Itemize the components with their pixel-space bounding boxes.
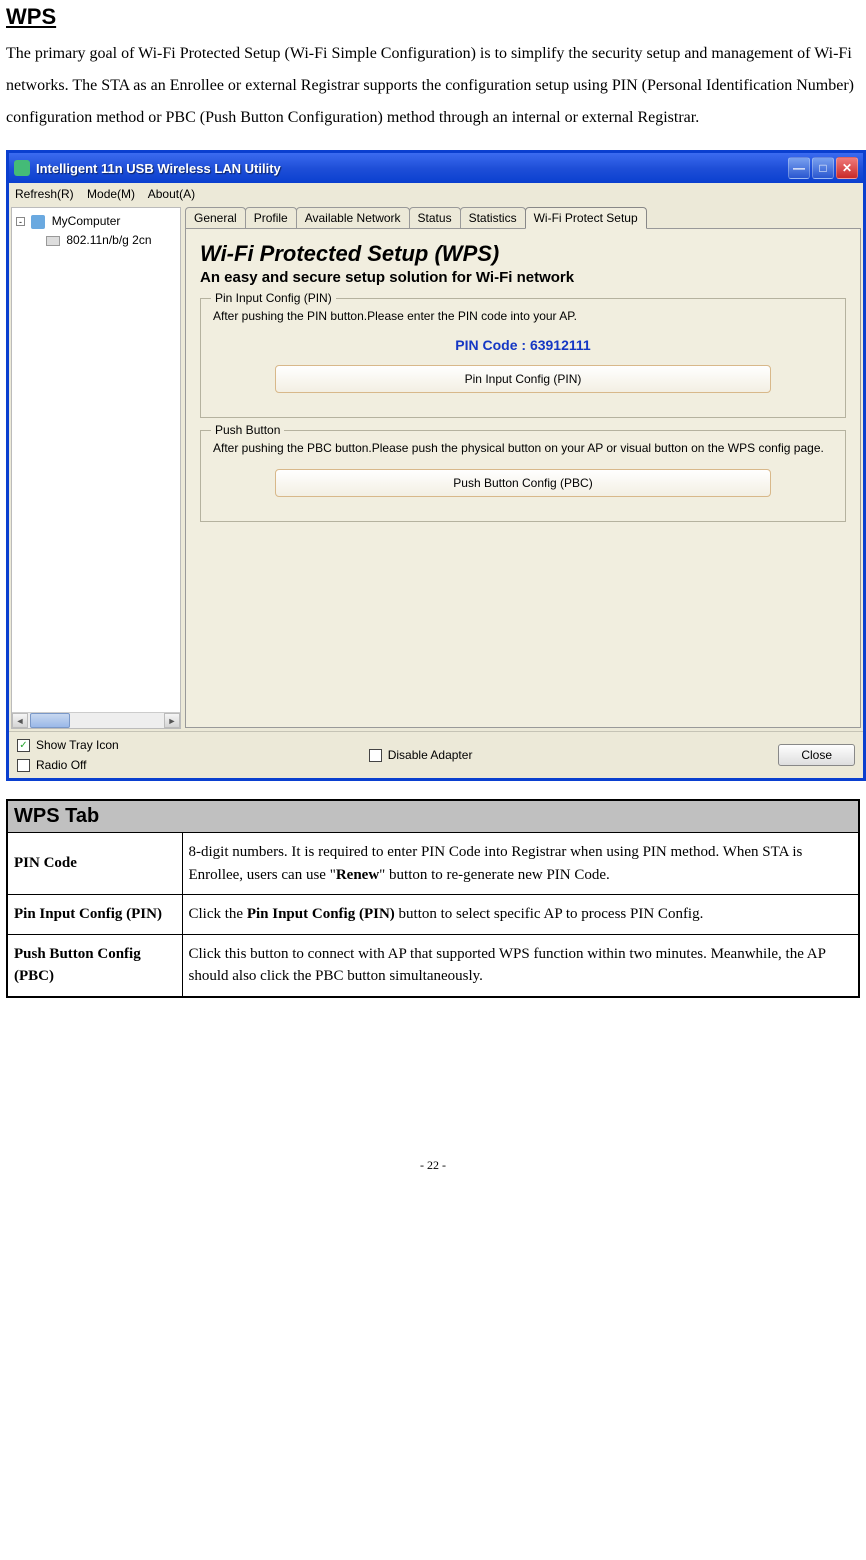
computer-icon [31, 215, 45, 229]
menu-about[interactable]: About(A) [148, 187, 195, 201]
row-desc-pin-input: Click the Pin Input Config (PIN) button … [182, 895, 859, 935]
scroll-thumb[interactable] [30, 713, 70, 728]
tab-statistics[interactable]: Statistics [460, 207, 526, 229]
row-label-pbc: Push Button Config (PBC) [7, 934, 182, 997]
radio-off-checkbox[interactable]: Radio Off [17, 758, 119, 772]
table-row: Pin Input Config (PIN) Click the Pin Inp… [7, 895, 859, 935]
row-desc-pbc: Click this button to connect with AP tha… [182, 934, 859, 997]
tab-bar: General Profile Available Network Status… [185, 207, 861, 229]
app-icon [14, 160, 30, 176]
maximize-button[interactable]: □ [812, 157, 834, 179]
pin-code-label: PIN Code : [455, 337, 526, 353]
show-tray-label: Show Tray Icon [36, 738, 119, 752]
tree-root[interactable]: - MyComputer [16, 212, 176, 231]
horizontal-scrollbar[interactable]: ◄ ► [12, 712, 180, 728]
checkbox-empty-icon [17, 759, 30, 772]
wps-tab-table: WPS Tab PIN Code 8-digit numbers. It is … [6, 799, 860, 998]
tab-profile[interactable]: Profile [245, 207, 297, 229]
tab-general[interactable]: General [185, 207, 246, 229]
pin-fieldset: Pin Input Config (PIN) After pushing the… [200, 298, 846, 418]
disable-adapter-label: Disable Adapter [388, 748, 473, 762]
adapter-icon [46, 236, 60, 246]
scroll-left-icon[interactable]: ◄ [12, 713, 28, 728]
pin-code-number: 63912111 [530, 337, 591, 353]
row-desc-pin-code: 8-digit numbers. It is required to enter… [182, 833, 859, 895]
disable-adapter-checkbox[interactable]: Disable Adapter [369, 748, 473, 762]
show-tray-checkbox[interactable]: ✓ Show Tray Icon [17, 738, 119, 752]
pin-input-config-button[interactable]: Pin Input Config (PIN) [275, 365, 771, 393]
scroll-right-icon[interactable]: ► [164, 713, 180, 728]
wps-title: Wi-Fi Protected Setup (WPS) [200, 241, 846, 267]
menu-refresh[interactable]: Refresh(R) [15, 187, 74, 201]
pbc-legend: Push Button [211, 423, 284, 437]
menu-mode[interactable]: Mode(M) [87, 187, 135, 201]
checkbox-empty-icon [369, 749, 382, 762]
close-button[interactable]: Close [778, 744, 855, 766]
window-title: Intelligent 11n USB Wireless LAN Utility [36, 161, 788, 176]
tree-child[interactable]: 802.11n/b/g 2cn [46, 231, 176, 249]
tree-root-label: MyComputer [52, 214, 121, 228]
tree-child-label: 802.11n/b/g 2cn [66, 233, 151, 247]
tab-wps[interactable]: Wi-Fi Protect Setup [525, 207, 647, 229]
page-number: - 22 - [6, 1158, 860, 1173]
pin-code-line: PIN Code : 63912111 [213, 337, 833, 353]
collapse-icon[interactable]: - [16, 217, 25, 226]
push-button-config-button[interactable]: Push Button Config (PBC) [275, 469, 771, 497]
close-window-button[interactable]: ✕ [836, 157, 858, 179]
table-row: Push Button Config (PBC) Click this butt… [7, 934, 859, 997]
pin-legend: Pin Input Config (PIN) [211, 291, 336, 305]
tab-available-network[interactable]: Available Network [296, 207, 410, 229]
tab-status[interactable]: Status [409, 207, 461, 229]
wps-subtitle: An easy and secure setup solution for Wi… [200, 269, 846, 286]
checkbox-checked-icon: ✓ [17, 739, 30, 752]
pbc-description: After pushing the PBC button.Please push… [213, 439, 833, 457]
radio-off-label: Radio Off [36, 758, 86, 772]
row-label-pin-code: PIN Code [7, 833, 182, 895]
row-label-pin-input: Pin Input Config (PIN) [7, 895, 182, 935]
utility-window: Intelligent 11n USB Wireless LAN Utility… [6, 150, 866, 781]
tree-panel: - MyComputer 802.11n/b/g 2cn ◄ ► [11, 207, 181, 729]
table-row: PIN Code 8-digit numbers. It is required… [7, 833, 859, 895]
bottom-bar: ✓ Show Tray Icon Radio Off Disable Adapt… [9, 731, 863, 778]
pbc-fieldset: Push Button After pushing the PBC button… [200, 430, 846, 522]
menubar: Refresh(R) Mode(M) About(A) [9, 183, 863, 205]
section-heading: WPS [6, 4, 860, 30]
intro-paragraph: The primary goal of Wi-Fi Protected Setu… [6, 38, 860, 134]
pin-description: After pushing the PIN button.Please ente… [213, 307, 833, 325]
tab-panel-wps: Wi-Fi Protected Setup (WPS) An easy and … [185, 228, 861, 728]
minimize-button[interactable]: — [788, 157, 810, 179]
table-header: WPS Tab [7, 800, 859, 833]
titlebar: Intelligent 11n USB Wireless LAN Utility… [9, 153, 863, 183]
